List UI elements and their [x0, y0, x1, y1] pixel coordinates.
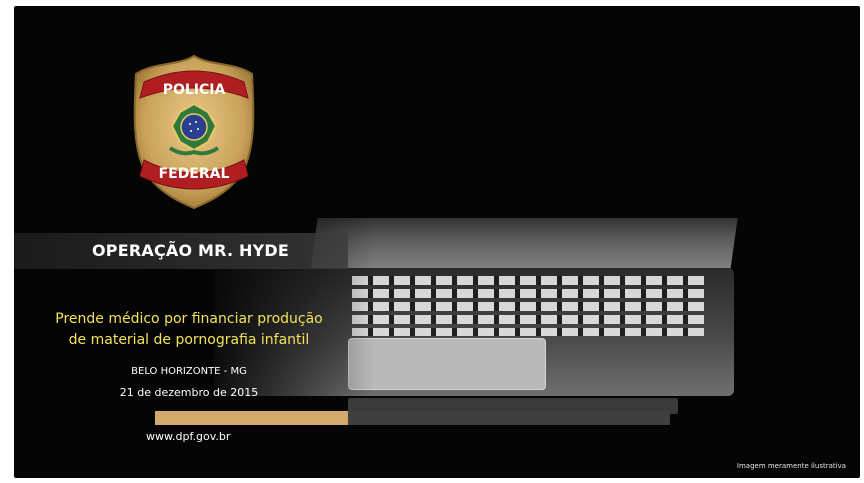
operation-title: OPERAÇÃO MR. HYDE: [92, 241, 290, 260]
laptop-trackpad: [348, 338, 546, 390]
website-text: www.dpf.gov.br: [146, 430, 231, 443]
badge-top-text: POLICIA: [163, 82, 226, 98]
laptop-screen: [310, 218, 738, 270]
dark-bar: [348, 411, 670, 425]
laptop-keyboard: [352, 276, 704, 336]
policia-federal-badge-icon: POLICIA FEDERAL: [133, 54, 255, 210]
image-frame: POLICIA FEDERAL OPERAÇÃO MR. HYDE Prende…: [0, 0, 864, 483]
press-slide: POLICIA FEDERAL OPERAÇÃO MR. HYDE Prende…: [14, 6, 860, 478]
date-text: 21 de dezembro de 2015: [119, 386, 259, 399]
headline-line-2: de material de pornografia infantil: [68, 332, 310, 348]
illustrative-disclaimer: Imagem meramente ilustrativa: [736, 462, 846, 470]
headline-line-1: Prende médico por financiar produção: [55, 311, 323, 327]
accent-bar: [155, 411, 348, 425]
location-text: BELO HORIZONTE - MG: [131, 366, 247, 377]
headline: Prende médico por financiar produção de …: [24, 309, 354, 351]
badge-bottom-text: FEDERAL: [159, 166, 230, 182]
